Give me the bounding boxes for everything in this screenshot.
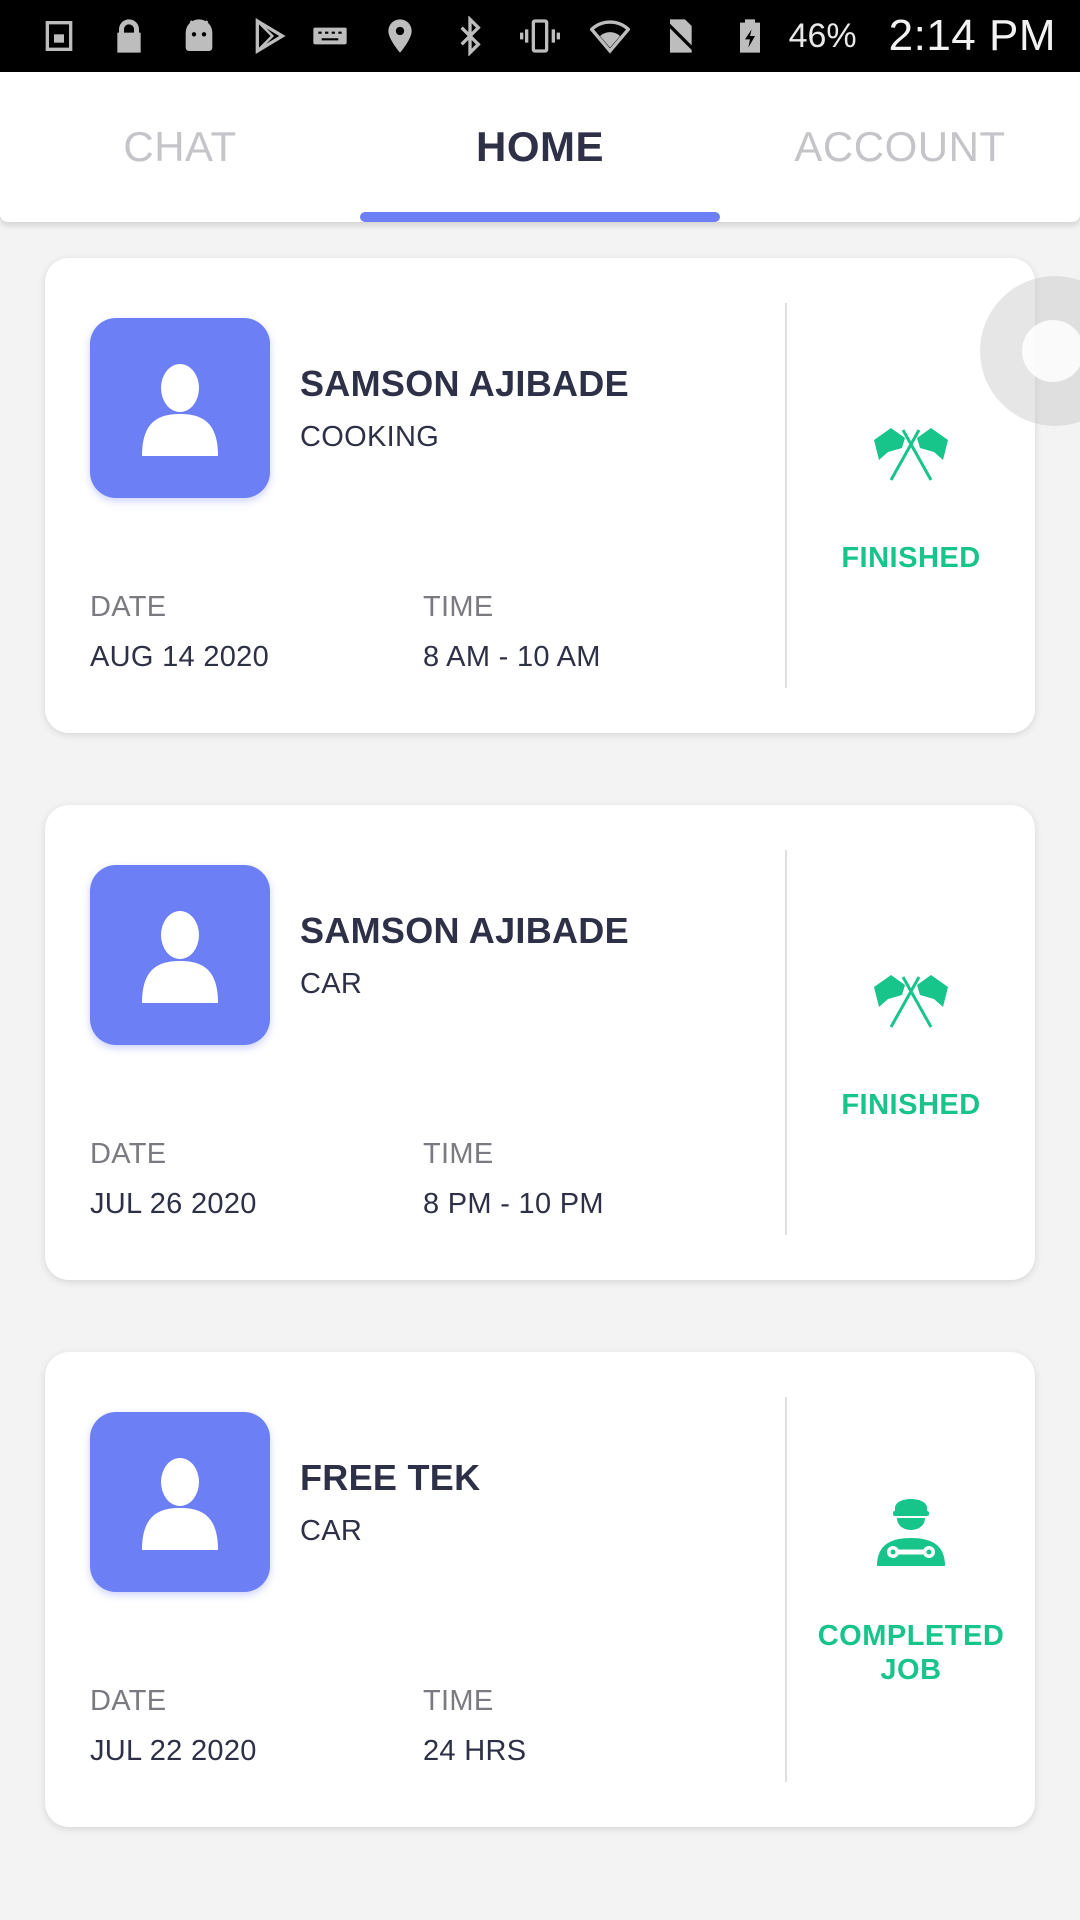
date-label: DATE [90, 1685, 167, 1717]
job-status: FINISHED [787, 805, 1035, 1280]
customer-name: FREE TEK [300, 1457, 481, 1498]
customer-name: SAMSON AJIBADE [300, 363, 629, 404]
service-type: CAR [300, 968, 363, 1000]
user-icon [142, 1458, 218, 1550]
time-label: TIME [423, 1138, 494, 1170]
time-label: TIME [423, 1685, 494, 1717]
status-bar-left [36, 13, 292, 59]
time-value: 8 PM - 10 PM [423, 1188, 604, 1220]
service-type: COOKING [300, 421, 440, 453]
service-type: CAR [300, 1515, 363, 1547]
date-label: DATE [90, 591, 167, 623]
mechanic-icon [871, 1486, 951, 1566]
no-sim-icon [657, 13, 703, 59]
time-label: TIME [423, 591, 494, 623]
wifi-icon [587, 13, 633, 59]
job-card[interactable]: FREE TEK CAR DATE JUL 22 2020 TIME 24 HR… [45, 1352, 1035, 1827]
tab-account[interactable]: ACCOUNT [720, 72, 1080, 222]
avatar [90, 865, 270, 1045]
play-store-icon [246, 13, 292, 59]
avatar [90, 318, 270, 498]
date-label: DATE [90, 1138, 167, 1170]
time-value: 8 AM - 10 AM [423, 641, 601, 673]
floating-bubble-inner [1022, 320, 1080, 382]
job-status: COMPLETED JOB [787, 1352, 1035, 1827]
customer-name: SAMSON AJIBADE [300, 910, 629, 951]
screenshot-icon [36, 13, 82, 59]
location-icon [377, 13, 423, 59]
vibrate-icon [517, 13, 563, 59]
battery-percent: 46% [788, 16, 857, 55]
android-icon [176, 13, 222, 59]
finish-flags-icon [871, 955, 951, 1035]
job-card[interactable]: SAMSON AJIBADE COOKING DATE AUG 14 2020 … [45, 258, 1035, 733]
tab-home[interactable]: HOME [360, 72, 720, 222]
status-bar-right: 46% 2:14 PM [307, 11, 1056, 61]
time-value: 24 HRS [423, 1735, 527, 1767]
user-icon [142, 911, 218, 1003]
tab-chat[interactable]: CHAT [0, 72, 360, 222]
finish-flags-icon [871, 408, 951, 488]
clock: 2:14 PM [888, 11, 1056, 60]
avatar [90, 1412, 270, 1592]
bluetooth-icon [447, 13, 493, 59]
date-value: JUL 22 2020 [90, 1735, 257, 1767]
date-value: JUL 26 2020 [90, 1188, 257, 1220]
user-icon [142, 364, 218, 456]
battery-icon [727, 13, 773, 59]
keyboard-icon [307, 13, 353, 59]
status-bar: 46% 2:14 PM [0, 0, 1080, 72]
lock-icon [106, 13, 152, 59]
status-label-line2: JOB [880, 1654, 942, 1686]
status-label-line1: COMPLETED [817, 1620, 1005, 1652]
status-label: FINISHED [841, 542, 981, 574]
tab-bar: CHAT HOME ACCOUNT [0, 72, 1080, 222]
active-tab-indicator [360, 212, 720, 222]
date-value: AUG 14 2020 [90, 641, 270, 673]
status-label: FINISHED [841, 1089, 981, 1121]
job-card[interactable]: SAMSON AJIBADE CAR DATE JUL 26 2020 TIME… [45, 805, 1035, 1280]
